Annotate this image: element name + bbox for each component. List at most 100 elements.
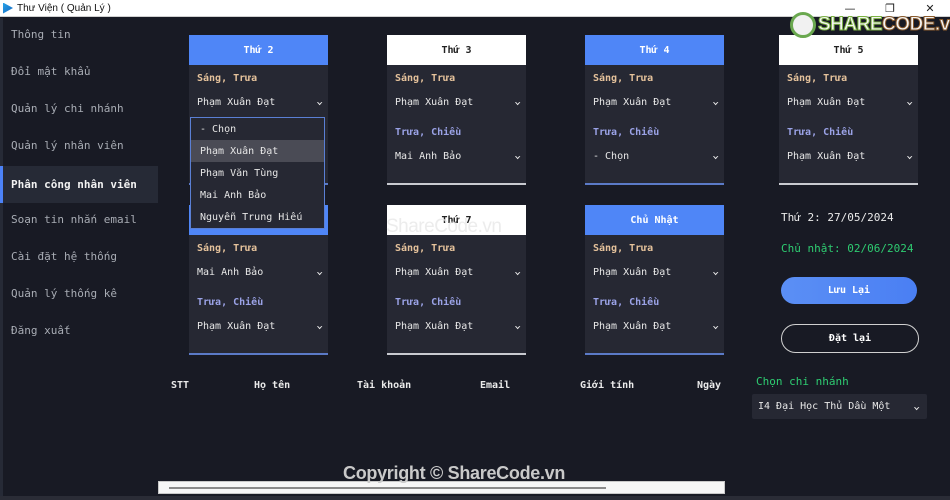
select-value: Phạm Xuân Đạt xyxy=(395,266,474,278)
branch-select[interactable]: I4 Đại Học Thủ Dầu Một ⌄ xyxy=(752,394,927,419)
select-value: Phạm Xuân Đạt xyxy=(593,266,672,278)
day-card-thursday: Thứ 5 Sáng, Trưa Phạm Xuân Đạt ⌄ Trưa, Ch… xyxy=(779,35,918,185)
day-header: Thứ 4 xyxy=(585,35,724,65)
shift-label-morning: Sáng, Trưa xyxy=(593,73,654,84)
shift-label-afternoon: Trưa, Chiều xyxy=(395,127,462,138)
column-header-email[interactable]: Email xyxy=(480,380,510,391)
shift-label-morning: Sáng, Trưa xyxy=(787,73,848,84)
chevron-down-icon: ⌄ xyxy=(711,151,719,161)
chevron-down-icon: ⌄ xyxy=(513,267,521,277)
chevron-down-icon: ⌄ xyxy=(315,321,323,331)
morning-employee-select[interactable]: Phạm Xuân Đạt ⌄ xyxy=(787,93,913,111)
morning-employee-select[interactable]: Phạm Xuân Đạt ⌄ xyxy=(593,263,719,281)
sidebar-item-label: Đăng xuất xyxy=(11,324,71,337)
sidebar-item-info[interactable]: Thông tin xyxy=(3,16,158,53)
select-value: Phạm Xuân Đạt xyxy=(395,320,474,332)
shift-label-afternoon: Trưa, Chiều xyxy=(395,297,462,308)
morning-employee-select[interactable]: Phạm Xuân Đạt ⌄ xyxy=(197,93,323,111)
day-card-sunday: Chủ Nhật Sáng, Trưa Phạm Xuân Đạt ⌄ Trưa,… xyxy=(585,205,724,355)
chevron-down-icon: ⌄ xyxy=(912,401,920,412)
afternoon-employee-select[interactable]: Phạm Xuân Đạt ⌄ xyxy=(197,317,323,335)
afternoon-employee-select[interactable]: Phạm Xuân Đạt ⌄ xyxy=(787,147,913,165)
chevron-down-icon: ⌄ xyxy=(905,151,913,161)
chevron-down-icon: ⌄ xyxy=(711,321,719,331)
watermark-logo: SHARECODE.vn xyxy=(790,12,950,38)
afternoon-employee-select[interactable]: Phạm Xuân Đạt ⌄ xyxy=(395,317,521,335)
sidebar: Thông tin Đổi mật khẩu Quản lý chi nhánh… xyxy=(0,18,158,500)
column-header-name[interactable]: Họ tên xyxy=(254,380,290,391)
day-card-tuesday: Thứ 3 Sáng, Trưa Phạm Xuân Đạt ⌄ Trưa, Ch… xyxy=(387,35,526,185)
watermark-text: ShareCode.vn xyxy=(386,216,502,237)
sidebar-item-label: Thông tin xyxy=(11,28,71,41)
morning-employee-select[interactable]: Phạm Xuân Đạt ⌄ xyxy=(395,93,521,111)
afternoon-employee-select[interactable]: - Chọn ⌄ xyxy=(593,147,719,165)
column-header-gender[interactable]: Giới tính xyxy=(580,380,634,391)
sidebar-item-label: Phân công nhân viên xyxy=(11,178,137,191)
sidebar-item-label: Đổi mật khẩu xyxy=(11,65,91,78)
sidebar-item-assign-employees[interactable]: Phân công nhân viên xyxy=(0,166,158,203)
dropdown-option[interactable]: - Chọn xyxy=(191,118,324,140)
day-card-wednesday: Thứ 4 Sáng, Trưa Phạm Xuân Đạt ⌄ Trưa, Ch… xyxy=(585,35,724,185)
column-header-date[interactable]: Ngày xyxy=(697,380,721,391)
column-header-account[interactable]: Tài khoản xyxy=(357,380,411,391)
week-start-date: Thứ 2: 27/05/2024 xyxy=(781,211,894,224)
day-header: Thứ 5 xyxy=(779,35,918,65)
copyright-watermark: Copyright © ShareCode.vn xyxy=(343,463,566,483)
sidebar-item-system-settings[interactable]: Cài đặt hệ thống xyxy=(3,238,158,275)
dropdown-option[interactable]: Phạm Văn Tùng xyxy=(191,162,324,184)
watermark-logo-text-1: SHARE xyxy=(817,14,883,36)
reset-button[interactable]: Đặt lại xyxy=(781,324,919,353)
select-value: Mai Anh Bảo xyxy=(395,150,462,162)
select-value: Phạm Xuân Đạt xyxy=(787,96,866,108)
shift-label-morning: Sáng, Trưa xyxy=(197,73,258,84)
sidebar-item-branches[interactable]: Quản lý chi nhánh xyxy=(3,90,158,127)
app-icon xyxy=(3,2,13,14)
sidebar-item-label: Quản lý nhân viên xyxy=(11,139,124,152)
bottom-border xyxy=(0,496,950,500)
sidebar-item-compose-email[interactable]: Soạn tin nhắn email xyxy=(3,201,158,238)
sidebar-item-label: Quản lý chi nhánh xyxy=(11,102,124,115)
window-title: Thư Viện ( Quản Lý ) xyxy=(17,2,111,14)
chevron-down-icon: ⌄ xyxy=(513,151,521,161)
chevron-down-icon: ⌄ xyxy=(513,321,521,331)
sidebar-item-employees[interactable]: Quản lý nhân viên xyxy=(3,127,158,164)
morning-employee-select[interactable]: Phạm Xuân Đạt ⌄ xyxy=(593,93,719,111)
shift-label-morning: Sáng, Trưa xyxy=(395,73,456,84)
save-button[interactable]: Lưu Lại xyxy=(781,277,917,304)
day-header: Chủ Nhật xyxy=(585,205,724,235)
afternoon-employee-select[interactable]: Phạm Xuân Đạt ⌄ xyxy=(593,317,719,335)
chevron-down-icon: ⌄ xyxy=(513,97,521,107)
shift-label-morning: Sáng, Trưa xyxy=(197,243,258,254)
sidebar-item-statistics[interactable]: Quản lý thống kê xyxy=(3,275,158,312)
chevron-down-icon: ⌄ xyxy=(905,97,913,107)
sidebar-item-label: Quản lý thống kê xyxy=(11,287,117,300)
shift-label-afternoon: Trưa, Chiều xyxy=(593,127,660,138)
branch-select-value: I4 Đại Học Thủ Dầu Một xyxy=(758,401,891,412)
chevron-down-icon: ⌄ xyxy=(315,97,323,107)
select-value: Phạm Xuân Đạt xyxy=(395,96,474,108)
column-header-stt[interactable]: STT xyxy=(171,380,189,391)
dropdown-option[interactable]: Mai Anh Bảo xyxy=(191,184,324,206)
select-value: - Chọn xyxy=(593,150,630,162)
shift-label-afternoon: Trưa, Chiều xyxy=(593,297,660,308)
sidebar-item-logout[interactable]: Đăng xuất xyxy=(3,312,158,349)
shift-label-morning: Sáng, Trưa xyxy=(395,243,456,254)
shift-label-afternoon: Trưa, Chiều xyxy=(787,127,854,138)
branch-label: Chọn chi nhánh xyxy=(756,375,849,388)
sidebar-item-change-password[interactable]: Đổi mật khẩu xyxy=(3,53,158,90)
afternoon-employee-select[interactable]: Mai Anh Bảo ⌄ xyxy=(395,147,521,165)
dropdown-option[interactable]: Nguyễn Trung Hiếu xyxy=(191,206,324,228)
morning-employee-select[interactable]: Mai Anh Bảo ⌄ xyxy=(197,263,323,281)
morning-employee-select[interactable]: Phạm Xuân Đạt ⌄ xyxy=(395,263,521,281)
week-end-date: Chủ nhật: 02/06/2024 xyxy=(781,242,914,255)
sharecode-logo-icon xyxy=(790,12,816,38)
select-value: Phạm Xuân Đạt xyxy=(593,320,672,332)
dropdown-option-highlighted[interactable]: Phạm Xuân Đạt xyxy=(191,140,324,162)
chevron-down-icon: ⌄ xyxy=(315,267,323,277)
shift-label-afternoon: Trưa, Chiều xyxy=(197,297,264,308)
chevron-down-icon: ⌄ xyxy=(711,267,719,277)
shift-label-morning: Sáng, Trưa xyxy=(593,243,654,254)
day-header: Thứ 2 xyxy=(189,35,328,65)
select-value: Phạm Xuân Đạt xyxy=(593,96,672,108)
scrollbar-thumb[interactable] xyxy=(169,487,606,489)
